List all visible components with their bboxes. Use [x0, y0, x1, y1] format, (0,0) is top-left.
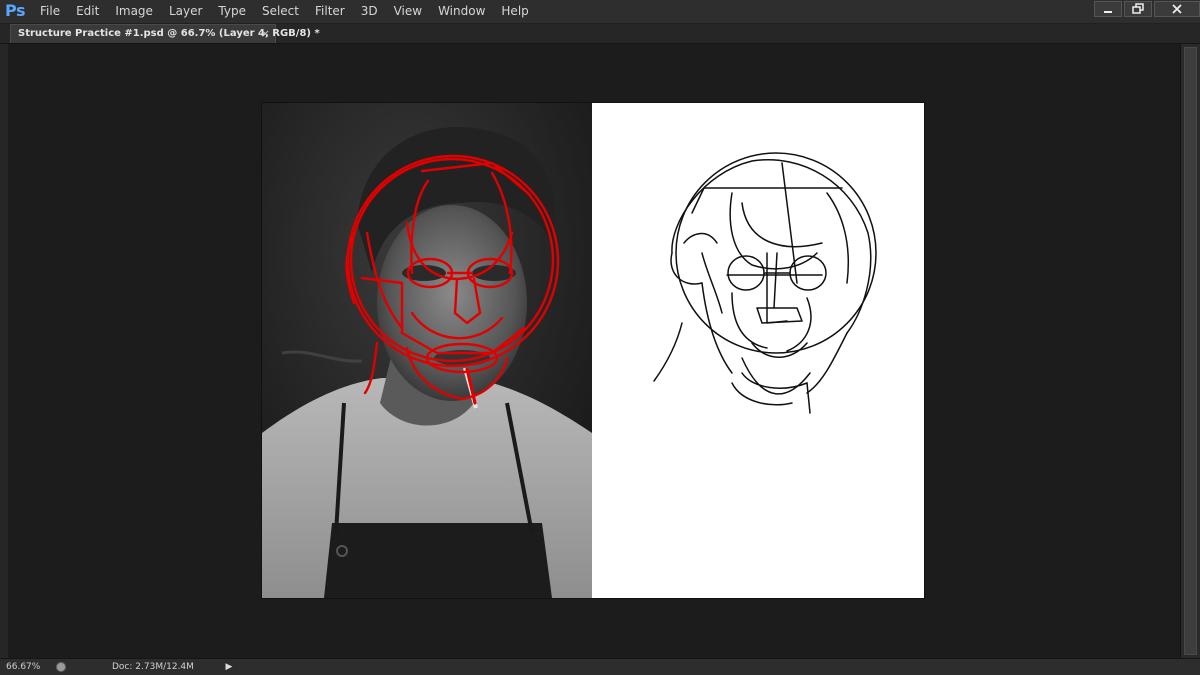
close-button[interactable]	[1154, 1, 1200, 17]
window-controls	[1092, 0, 1200, 18]
restore-icon	[1132, 3, 1144, 14]
menu-filter[interactable]: Filter	[307, 0, 353, 23]
menu-file[interactable]: File	[32, 0, 68, 23]
photoshop-window: Ps File Edit Image Layer Type Select Fil…	[0, 0, 1200, 675]
menu-view[interactable]: View	[386, 0, 430, 23]
scrollbar-thumb[interactable]	[1184, 47, 1197, 655]
menu-edit[interactable]: Edit	[68, 0, 107, 23]
document-tab-strip: Structure Practice #1.psd @ 66.7% (Layer…	[0, 24, 1200, 44]
minimize-icon	[1104, 11, 1112, 13]
menu-bar: Ps File Edit Image Layer Type Select Fil…	[0, 0, 1200, 24]
menu-type[interactable]: Type	[210, 0, 254, 23]
document-tab[interactable]: Structure Practice #1.psd @ 66.7% (Layer…	[10, 24, 320, 43]
menu-layer[interactable]: Layer	[161, 0, 210, 23]
canvas-artwork	[262, 103, 924, 598]
left-gutter	[0, 44, 8, 658]
vertical-scrollbar[interactable]	[1180, 44, 1200, 658]
minimize-button[interactable]	[1094, 1, 1122, 17]
menu-select[interactable]: Select	[254, 0, 307, 23]
status-bar: 66.67% Doc: 2.73M/12.4M ▶	[0, 658, 1200, 675]
document-size-info: Doc: 2.73M/12.4M	[112, 662, 194, 672]
menu-3d[interactable]: 3D	[353, 0, 386, 23]
menu-items: File Edit Image Layer Type Select Filter…	[32, 0, 537, 23]
status-menu-arrow-icon[interactable]: ▶	[222, 660, 236, 674]
reference-photo	[262, 103, 592, 598]
close-icon	[1172, 4, 1182, 14]
document-canvas[interactable]	[262, 103, 924, 598]
menu-help[interactable]: Help	[493, 0, 536, 23]
restore-button[interactable]	[1124, 1, 1152, 17]
photoshop-logo: Ps	[5, 1, 25, 20]
menu-window[interactable]: Window	[430, 0, 493, 23]
zoom-level-field[interactable]: 66.67%	[6, 659, 50, 675]
status-info-icon[interactable]	[56, 662, 66, 672]
document-tab-title: Structure Practice #1.psd @ 66.7% (Layer…	[18, 28, 320, 39]
menu-image[interactable]: Image	[107, 0, 161, 23]
tab-close-icon[interactable]: ×	[261, 25, 270, 43]
